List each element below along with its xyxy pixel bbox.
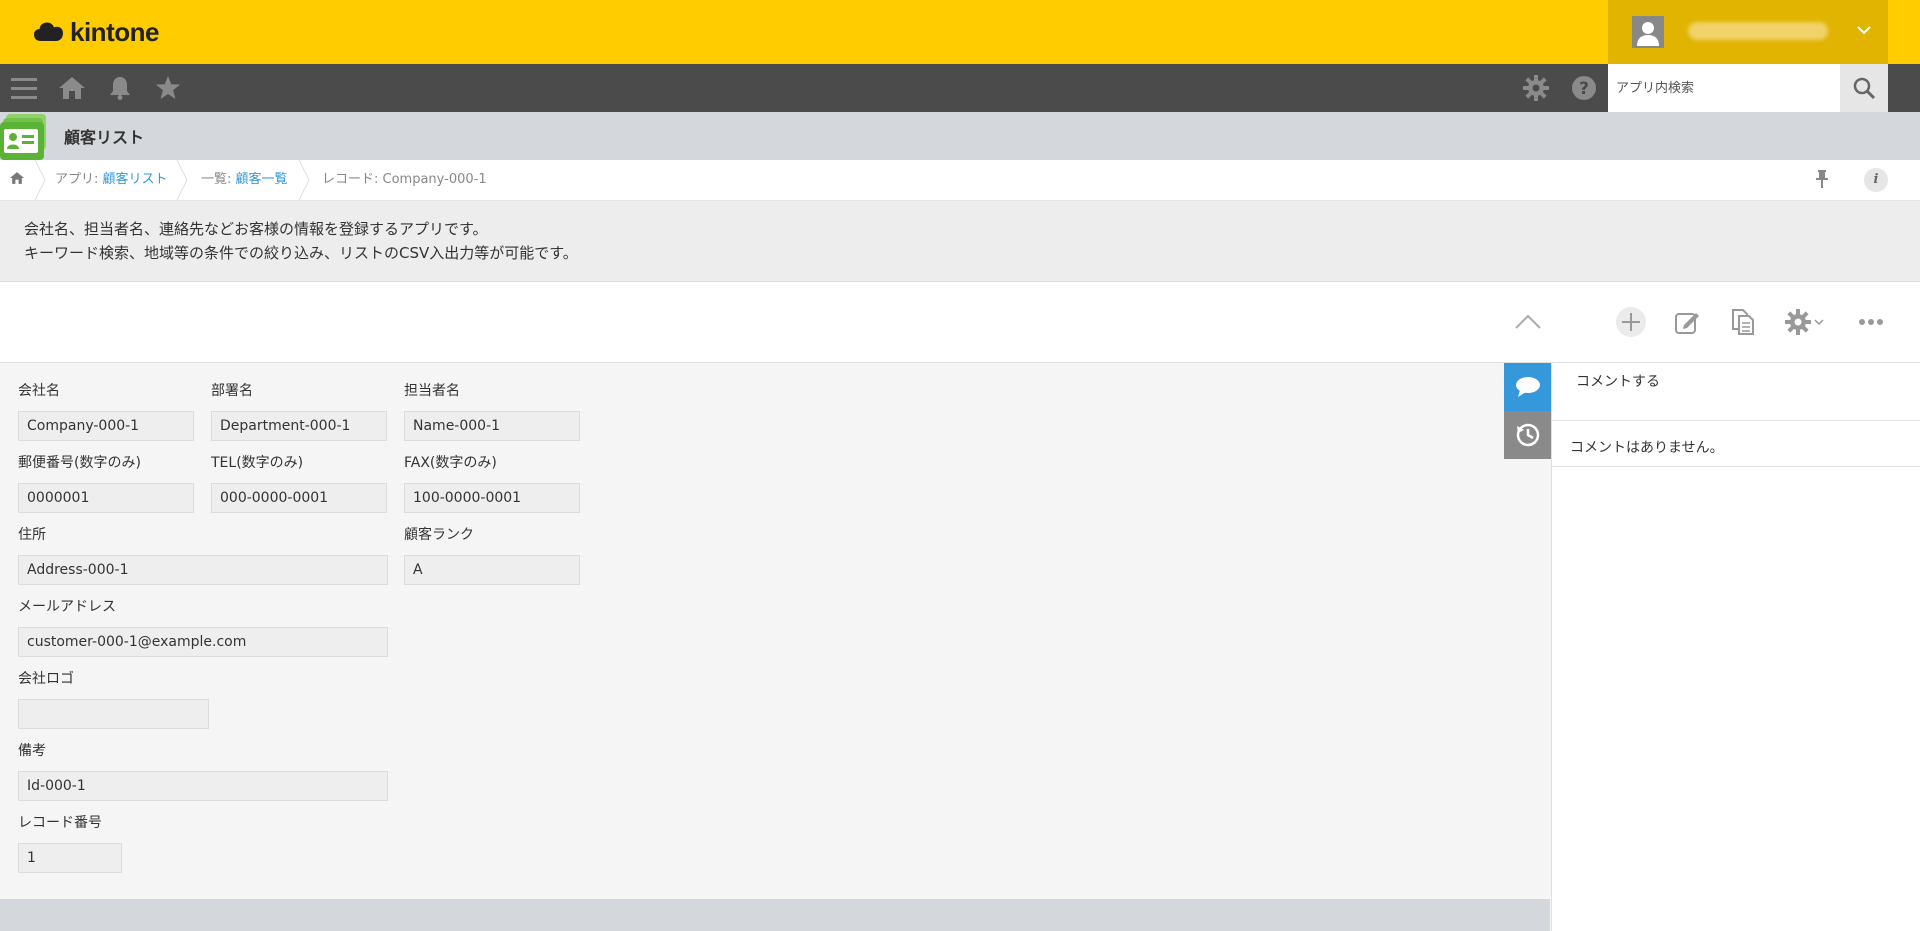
field-label: 住所 (18, 527, 46, 543)
field-label: 部署名 (211, 383, 253, 399)
field-value: 000-0000-0001 (211, 483, 387, 513)
breadcrumb-separator (298, 160, 310, 200)
add-record-icon[interactable] (1615, 306, 1647, 338)
app-header (0, 112, 1920, 160)
field-label: 会社ロゴ (18, 671, 74, 687)
field-label: 郵便番号(数字のみ) (18, 455, 141, 471)
user-icon (1632, 16, 1664, 48)
field-value: Address-000-1 (18, 555, 388, 585)
breadcrumb-home[interactable] (10, 160, 24, 200)
field-label: 担当者名 (404, 383, 460, 399)
top-header: kintone (0, 0, 1920, 64)
record-detail-form: 会社名 Company-000-1 部署名 Department-000-1 担… (0, 363, 1550, 899)
description-line-2: キーワード検索、地域等の条件での絞り込み、リストのCSV入出力等が可能です。 (24, 244, 578, 262)
breadcrumb-app-prefix: アプリ: (55, 172, 103, 187)
gear-icon[interactable] (1522, 74, 1550, 102)
field-label: レコード番号 (18, 815, 102, 831)
comment-icon (1516, 377, 1540, 397)
description-line-1: 会社名、担当者名、連絡先などお客様の情報を登録するアプリです。 (24, 220, 488, 238)
help-icon[interactable]: ? (1570, 74, 1598, 102)
breadcrumb-app-link[interactable]: 顧客リスト (103, 172, 168, 187)
logo-text: kintone (70, 16, 159, 47)
field-person: 担当者名 Name-000-1 (404, 381, 580, 441)
home-icon (10, 172, 24, 184)
star-icon[interactable] (154, 74, 182, 102)
field-fax: FAX(数字のみ) 100-0000-0001 (404, 453, 580, 513)
breadcrumb-view-prefix: 一覧: (201, 172, 236, 187)
field-notes: 備考 Id-000-1 (18, 741, 388, 801)
app-description: 会社名、担当者名、連絡先などお客様の情報を登録するアプリです。 キーワード検索、… (0, 201, 1920, 282)
settings-gear-icon[interactable] (1782, 306, 1826, 338)
breadcrumb-separator (34, 160, 46, 200)
field-value: Company-000-1 (18, 411, 194, 441)
kintone-logo[interactable]: kintone (34, 16, 159, 48)
comment-input-box[interactable]: コメントする (1552, 363, 1920, 421)
field-label: メールアドレス (18, 599, 116, 615)
duplicate-icon[interactable] (1727, 306, 1759, 338)
comment-tab[interactable] (1504, 363, 1552, 411)
record-toolbar (0, 282, 1920, 363)
no-comments-message: コメントはありません。 (1570, 440, 1724, 456)
more-options-icon[interactable] (1855, 306, 1887, 338)
field-value: A (404, 555, 580, 585)
comment-panel: コメントする コメントはありません。 (1551, 363, 1920, 931)
comment-input[interactable]: コメントする (1576, 371, 1660, 391)
field-label: TEL(数字のみ) (211, 455, 304, 471)
field-tel: TEL(数字のみ) 000-0000-0001 (211, 453, 387, 513)
field-value (18, 699, 209, 729)
field-value: Id-000-1 (18, 771, 388, 801)
app-title[interactable]: 顧客リスト (64, 124, 144, 148)
field-value: customer-000-1@example.com (18, 627, 388, 657)
search-icon (1853, 77, 1876, 100)
divider (1552, 466, 1920, 467)
breadcrumb-app: アプリ: 顧客リスト (55, 160, 168, 200)
home-icon[interactable] (58, 74, 86, 102)
chevron-down-icon[interactable] (1856, 22, 1872, 42)
user-name-blurred (1688, 22, 1828, 40)
field-label: 顧客ランク (404, 527, 474, 543)
bell-icon[interactable] (106, 74, 134, 102)
cloud-logo-icon (34, 22, 63, 41)
app-search (1608, 64, 1888, 112)
field-record-number: レコード番号 1 (18, 813, 122, 873)
breadcrumb-record: レコード: Company-000-1 (322, 172, 487, 187)
field-value: 100-0000-0001 (404, 483, 580, 513)
sidebar-tabs (1504, 363, 1552, 459)
breadcrumb-view-link[interactable]: 顧客一覧 (236, 172, 288, 187)
breadcrumb: アプリ: 顧客リスト 一覧: 顧客一覧 レコード: Company-000-1 (0, 160, 1920, 201)
menu-icon[interactable] (10, 74, 38, 102)
field-address: 住所 Address-000-1 (18, 525, 388, 585)
history-icon (1516, 423, 1540, 447)
info-icon[interactable]: i (1864, 168, 1888, 192)
field-value: 1 (18, 843, 122, 873)
field-label: 備考 (18, 743, 46, 759)
field-company: 会社名 Company-000-1 (18, 381, 194, 441)
contact-card-icon[interactable] (0, 114, 48, 160)
field-rank: 顧客ランク A (404, 525, 580, 585)
svg-text:?: ? (1579, 79, 1589, 99)
breadcrumb-view: 一覧: 顧客一覧 (201, 160, 288, 200)
field-value: Name-000-1 (404, 411, 580, 441)
pin-icon[interactable] (1814, 170, 1830, 192)
user-menu[interactable] (1608, 0, 1888, 64)
field-zip: 郵便番号(数字のみ) 0000001 (18, 453, 194, 513)
field-email: メールアドレス customer-000-1@example.com (18, 597, 388, 657)
field-logo: 会社ロゴ (18, 669, 209, 729)
field-label: FAX(数字のみ) (404, 455, 497, 471)
breadcrumb-separator (176, 160, 188, 200)
history-tab[interactable] (1504, 411, 1552, 459)
footer-bar (0, 899, 1550, 931)
edit-icon[interactable] (1671, 306, 1703, 338)
field-value: 0000001 (18, 483, 194, 513)
field-label: 会社名 (18, 383, 60, 399)
search-input[interactable] (1608, 64, 1840, 112)
collapse-up-icon[interactable] (1512, 306, 1544, 338)
field-value: Department-000-1 (211, 411, 387, 441)
field-department: 部署名 Department-000-1 (211, 381, 387, 441)
search-button[interactable] (1840, 64, 1888, 112)
